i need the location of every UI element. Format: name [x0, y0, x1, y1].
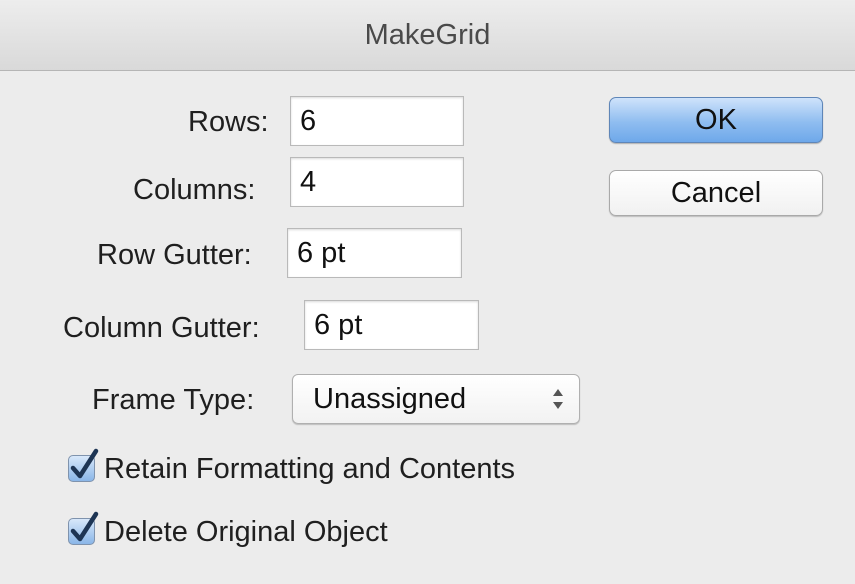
frame-type-label: Frame Type: — [92, 384, 255, 416]
column-gutter-label: Column Gutter: — [63, 312, 260, 344]
row-gutter-label: Row Gutter: — [97, 239, 252, 271]
delete-original-checkbox[interactable] — [68, 511, 99, 545]
column-gutter-input[interactable]: 6 pt — [304, 300, 479, 350]
makegrid-dialog: MakeGrid Rows: 6 Columns: 4 Row Gutter: … — [0, 0, 855, 584]
title-bar[interactable]: MakeGrid — [0, 0, 855, 71]
columns-label: Columns: — [133, 174, 256, 206]
ok-button[interactable]: OK — [609, 97, 823, 143]
delete-original-label: Delete Original Object — [104, 516, 388, 548]
checkmark-icon — [70, 511, 99, 542]
columns-input[interactable]: 4 — [290, 157, 464, 207]
retain-formatting-option[interactable]: Retain Formatting and Contents — [68, 448, 608, 490]
dialog-title: MakeGrid — [364, 19, 491, 51]
rows-input[interactable]: 6 — [290, 96, 464, 146]
frame-type-select[interactable]: Unassigned — [292, 374, 580, 424]
row-gutter-input[interactable]: 6 pt — [287, 228, 462, 278]
cancel-button[interactable]: Cancel — [609, 170, 823, 216]
rows-label: Rows: — [188, 106, 269, 138]
up-down-chevron-icon — [551, 383, 565, 415]
checkmark-icon — [70, 448, 99, 479]
frame-type-value: Unassigned — [313, 383, 467, 415]
delete-original-option[interactable]: Delete Original Object — [68, 511, 488, 553]
retain-formatting-label: Retain Formatting and Contents — [104, 453, 516, 485]
retain-formatting-checkbox[interactable] — [68, 448, 99, 482]
